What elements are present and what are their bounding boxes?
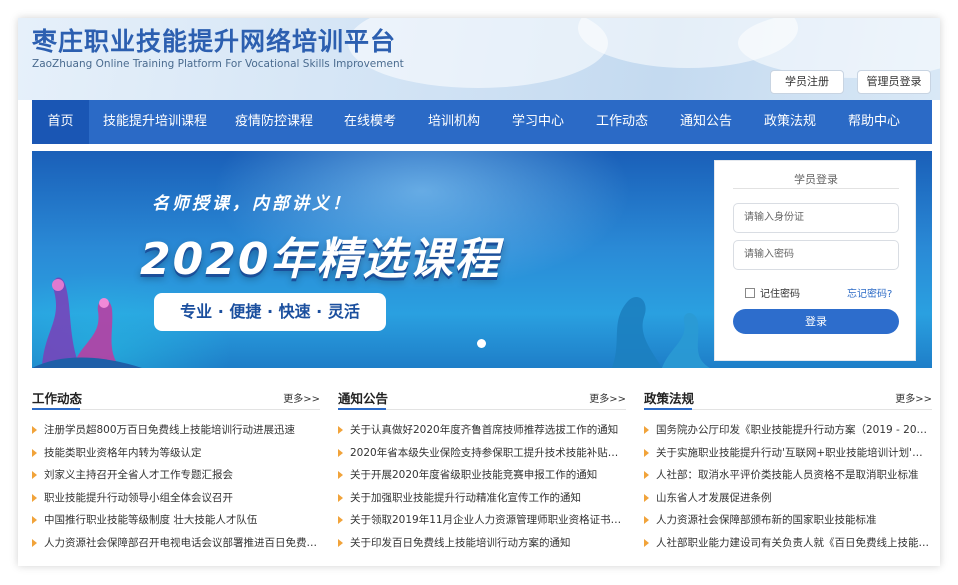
login-button[interactable]: 登录 bbox=[733, 309, 899, 334]
nav-item-training-institutions[interactable]: 培训机构 bbox=[422, 100, 486, 144]
banner-headline: 2020年精选课程 bbox=[140, 234, 501, 285]
bullet-icon bbox=[644, 471, 649, 480]
bullet-icon bbox=[338, 426, 343, 434]
list-item[interactable]: 人力资源社会保障部颁布新的国家职业技能标准 bbox=[644, 509, 932, 532]
list-item[interactable]: 关于加强职业技能提升行动精准化宣传工作的通知 bbox=[338, 487, 626, 510]
nav-item-notices[interactable]: 通知公告 bbox=[674, 100, 738, 144]
bullet-icon bbox=[644, 538, 649, 547]
nav-item-home[interactable]: 首页 bbox=[32, 100, 89, 144]
student-register-button[interactable]: 学员注册 bbox=[770, 70, 844, 94]
password-input[interactable]: 请输入密码 bbox=[733, 240, 899, 270]
id-number-input[interactable]: 请输入身份证 bbox=[733, 203, 899, 233]
admin-login-button[interactable]: 管理员登录 bbox=[857, 70, 931, 94]
column-title: 政策法规 bbox=[644, 391, 695, 406]
coral-decoration-right bbox=[612, 296, 710, 368]
bullet-icon bbox=[644, 493, 649, 502]
column-title: 通知公告 bbox=[338, 391, 389, 406]
list-item[interactable]: 关于开展2020年度省级职业技能竞赛申报工作的通知 bbox=[338, 464, 626, 487]
bullet-icon bbox=[338, 471, 343, 480]
nav-item-epidemic-courses[interactable]: 疫情防控课程 bbox=[228, 100, 320, 144]
bullet-icon bbox=[338, 448, 343, 457]
site-subtitle: ZaoZhuang Online Training Platform For V… bbox=[32, 58, 404, 70]
list-item[interactable]: 技能类职业资格年内转为等级认定 bbox=[32, 442, 320, 465]
column-header: 工作动态 更多>> bbox=[32, 386, 320, 410]
bullet-icon bbox=[338, 516, 343, 525]
list-item[interactable]: 刘家义主持召开全省人才工作专题汇报会 bbox=[32, 464, 320, 487]
login-title: 学员登录 bbox=[794, 173, 838, 186]
column-title-underline bbox=[644, 408, 692, 410]
nav-item-mock-exam[interactable]: 在线模考 bbox=[338, 100, 402, 144]
forgot-password-link[interactable]: 忘记密码? bbox=[847, 285, 892, 300]
list-item[interactable]: 关于领取2019年11月企业人力资源管理师职业资格证书的通知 bbox=[338, 509, 626, 532]
list-item[interactable]: 中国推行职业技能等级制度 壮大技能人才队伍 bbox=[32, 509, 320, 532]
more-link[interactable]: 更多>> bbox=[283, 390, 320, 405]
nav-item-help-center[interactable]: 帮助中心 bbox=[842, 100, 906, 144]
news-column-work: 工作动态 更多>> 注册学员超800万百日免费线上技能培训行动进展迅速 技能类职… bbox=[32, 386, 320, 555]
list-item[interactable]: 关于印发百日免费线上技能培训行动方案的通知 bbox=[338, 532, 626, 555]
bullet-icon bbox=[644, 426, 649, 434]
student-login-panel: 学员登录 请输入身份证 请输入密码 记住密码 忘记密码? 登录 bbox=[714, 160, 916, 361]
bullet-icon bbox=[644, 448, 649, 457]
site-header: 枣庄职业技能提升网络培训平台 ZaoZhuang Online Training… bbox=[18, 18, 940, 100]
news-column-policies: 政策法规 更多>> 国务院办公厅印发《职业技能提升行动方案（2019 - 202… bbox=[644, 386, 932, 555]
nav-item-learning-center[interactable]: 学习中心 bbox=[506, 100, 570, 144]
bullet-icon bbox=[32, 538, 37, 547]
main-nav: 首页 技能提升培训课程 疫情防控课程 在线模考 培训机构 学习中心 工作动态 通… bbox=[32, 100, 932, 144]
column-title-underline bbox=[32, 408, 80, 410]
bullet-icon bbox=[644, 516, 649, 525]
bullet-icon bbox=[338, 493, 343, 502]
bullet-icon bbox=[32, 471, 37, 480]
nav-item-policies[interactable]: 政策法规 bbox=[758, 100, 822, 144]
nav-item-work-news[interactable]: 工作动态 bbox=[590, 100, 654, 144]
bullet-icon bbox=[32, 448, 37, 457]
list-item[interactable]: 注册学员超800万百日免费线上技能培训行动进展迅速 bbox=[32, 419, 320, 442]
list-item[interactable]: 山东省人才发展促进条例 bbox=[644, 487, 932, 510]
list-item[interactable]: 人力资源社会保障部召开电视电话会议部署推进百日免费线上技能培训行动 bbox=[32, 532, 320, 555]
column-title: 工作动态 bbox=[32, 391, 83, 406]
site-title: 枣庄职业技能提升网络培训平台 bbox=[32, 27, 397, 56]
column-header: 政策法规 更多>> bbox=[644, 386, 932, 410]
login-title-divider bbox=[733, 188, 899, 189]
list-item[interactable]: 人社部职业能力建设司有关负责人就《百日免费线上技能培训行动》答记者问 bbox=[644, 532, 932, 555]
bullet-icon bbox=[32, 493, 37, 502]
more-link[interactable]: 更多>> bbox=[895, 390, 932, 405]
nav-item-skill-courses[interactable]: 技能提升培训课程 bbox=[99, 100, 211, 144]
list-item[interactable]: 关于实施职业技能提升行动'互联网+职业技能培训计划'的通知 bbox=[644, 442, 932, 465]
column-header: 通知公告 更多>> bbox=[338, 386, 626, 410]
bullet-icon bbox=[32, 516, 37, 525]
remember-password-checkbox[interactable] bbox=[745, 287, 755, 298]
more-link[interactable]: 更多>> bbox=[589, 390, 626, 405]
list-item[interactable]: 职业技能提升行动领导小组全体会议召开 bbox=[32, 487, 320, 510]
list-item[interactable]: 2020年省本级失业保险支持参保职工提升技术技能补贴申领工作的通知 bbox=[338, 442, 626, 465]
carousel-indicator-dot[interactable] bbox=[477, 339, 486, 348]
column-title-underline bbox=[338, 408, 386, 410]
banner-tagline: 名师授课，内部讲义！ bbox=[152, 194, 352, 214]
banner-feature-pill: 专业 · 便捷 · 快速 · 灵活 bbox=[154, 293, 386, 331]
list-item[interactable]: 国务院办公厅印发《职业技能提升行动方案（2019 - 2021年）》 bbox=[644, 419, 932, 442]
news-column-notices: 通知公告 更多>> 关于认真做好2020年度齐鲁首席技师推荐选拔工作的通知 20… bbox=[338, 386, 626, 555]
bullet-icon bbox=[338, 538, 343, 547]
list-item[interactable]: 人社部：取消水平评价类技能人员资格不是取消职业标准 bbox=[644, 464, 932, 487]
remember-password-option[interactable]: 记住密码 bbox=[745, 285, 800, 300]
page-frame: 枣庄职业技能提升网络培训平台 ZaoZhuang Online Training… bbox=[18, 18, 940, 566]
list-item[interactable]: 关于认真做好2020年度齐鲁首席技师推荐选拔工作的通知 bbox=[338, 419, 626, 442]
bullet-icon bbox=[32, 426, 37, 434]
remember-password-label: 记住密码 bbox=[760, 289, 800, 300]
